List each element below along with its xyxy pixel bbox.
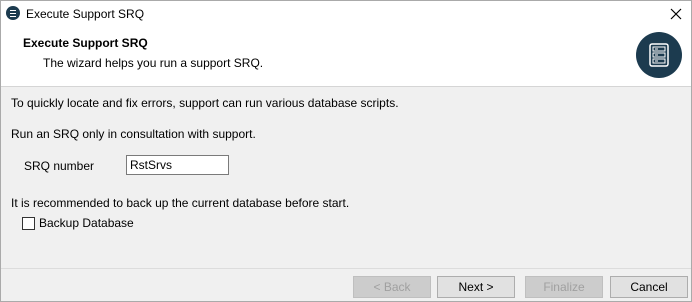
backup-database-checkbox[interactable] bbox=[22, 217, 35, 230]
srq-number-label: SRQ number bbox=[24, 159, 95, 173]
wizard-page-description: The wizard helps you run a support SRQ. bbox=[43, 56, 264, 70]
srq-number-input[interactable] bbox=[126, 155, 229, 175]
wizard-header: Execute Support SRQ The wizard helps you… bbox=[1, 28, 691, 87]
backup-database-label[interactable]: Backup Database bbox=[39, 216, 134, 230]
wizard-page-title: Execute Support SRQ bbox=[23, 36, 148, 50]
close-icon bbox=[670, 8, 682, 20]
finalize-button[interactable]: Finalize bbox=[525, 276, 603, 298]
database-server-icon bbox=[636, 32, 682, 78]
wizard-window: Execute Support SRQ Execute Support SRQ … bbox=[0, 0, 692, 302]
app-icon bbox=[6, 6, 20, 20]
close-button[interactable] bbox=[661, 1, 691, 28]
next-button[interactable]: Next > bbox=[437, 276, 515, 298]
warning-text: Run an SRQ only in consultation with sup… bbox=[11, 127, 256, 141]
backup-note-text: It is recommended to back up the current… bbox=[11, 196, 350, 210]
cancel-button[interactable]: Cancel bbox=[610, 276, 688, 298]
back-button[interactable]: < Back bbox=[353, 276, 431, 298]
window-title: Execute Support SRQ bbox=[26, 7, 145, 21]
intro-text: To quickly locate and fix errors, suppor… bbox=[11, 96, 399, 110]
title-bar[interactable]: Execute Support SRQ bbox=[1, 1, 691, 28]
footer-divider bbox=[1, 268, 691, 269]
